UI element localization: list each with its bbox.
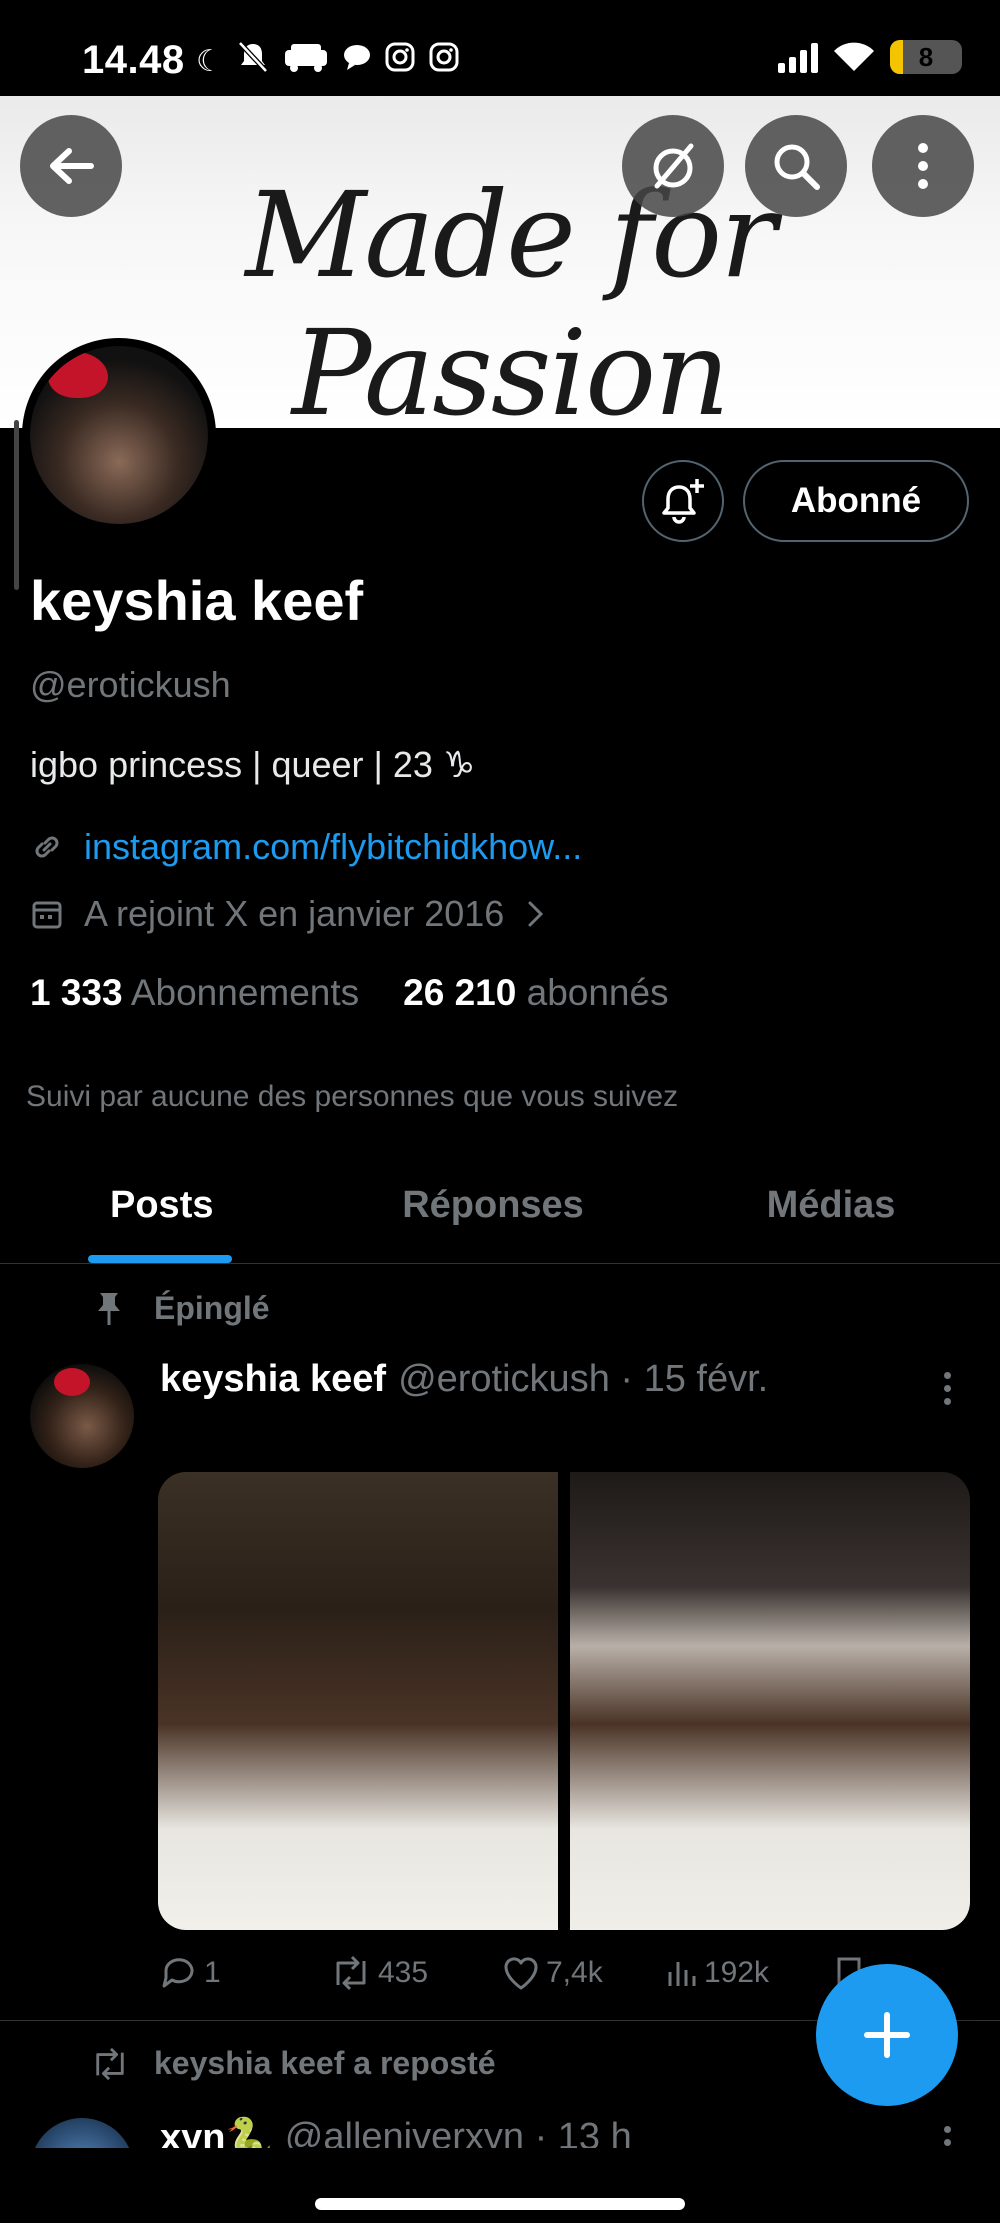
instagram-icon: [429, 42, 459, 81]
car-icon: [283, 42, 329, 81]
signal-icon: [778, 41, 818, 73]
pinned-indicator: Épinglé: [94, 1290, 270, 1327]
like-button[interactable]: 7,4k: [502, 1955, 664, 1991]
status-notification-icons: ☾: [196, 40, 459, 83]
tab-media[interactable]: Médias: [662, 1160, 1000, 1263]
post-author-avatar[interactable]: [30, 1364, 134, 1468]
post-more-icon[interactable]: [944, 1372, 951, 1405]
profile-name: keyshia keef: [30, 569, 364, 632]
reply-count: 1: [204, 1956, 221, 1989]
views-count: 192k: [704, 1956, 770, 1989]
bell-plus-icon: [662, 479, 704, 524]
profile-link-row[interactable]: instagram.com/flybitchidkhow...: [30, 826, 582, 868]
more-vertical-icon: [918, 143, 928, 189]
arrow-left-icon: [50, 148, 94, 184]
tab-posts[interactable]: Posts: [0, 1160, 324, 1263]
followers-stat[interactable]: 26 210 abonnés: [403, 972, 668, 1014]
instagram-icon: [385, 42, 415, 81]
wifi-icon: [834, 42, 874, 71]
battery-level: 8: [918, 42, 934, 72]
scroll-indicator[interactable]: [14, 420, 19, 590]
like-count: 7,4k: [546, 1956, 603, 1989]
profile-joined-date: A rejoint X en janvier 2016: [84, 893, 505, 934]
calendar-icon: [32, 901, 62, 929]
profile-handle: @erotickush: [30, 664, 231, 705]
following-button[interactable]: Abonné: [743, 460, 969, 542]
profile-joined-row[interactable]: A rejoint X en janvier 2016: [30, 893, 548, 935]
battery-icon: 8: [890, 40, 962, 74]
repost-icon: [96, 2047, 124, 2080]
link-icon: [35, 836, 59, 858]
repost-button[interactable]: 435: [330, 1955, 502, 1991]
repost-icon: [336, 1955, 366, 1991]
tab-replies[interactable]: Réponses: [324, 1160, 662, 1263]
post-handle-date: @erotickush · 15 févr.: [398, 1358, 769, 1400]
back-button[interactable]: [20, 115, 122, 217]
profile-bio: igbo princess | queer | 23 ♑: [30, 744, 476, 785]
views-icon: [668, 1962, 696, 1986]
profile-avatar[interactable]: [22, 338, 216, 532]
repost-indicator: keyshia keef a reposté: [90, 2045, 496, 2082]
following-stat[interactable]: 1 333 Abonnements: [30, 972, 359, 1014]
following-count: 1 333: [30, 972, 123, 1013]
post-image-2[interactable]: [570, 1472, 970, 1930]
views-button[interactable]: 192k: [664, 1955, 834, 1991]
pinned-label: Épinglé: [154, 1290, 270, 1326]
home-indicator[interactable]: [315, 2198, 685, 2210]
search-button[interactable]: [745, 115, 847, 217]
reply-button[interactable]: 1: [160, 1955, 330, 1991]
post-header: keyshia keef @erotickush · 15 févr.: [160, 1358, 768, 1401]
repost-count: 435: [378, 1956, 429, 1989]
post-image-1[interactable]: [158, 1472, 558, 1930]
plus-icon: [864, 2012, 910, 2058]
chat-icon: [343, 43, 371, 80]
post-author-name[interactable]: keyshia keef: [160, 1358, 386, 1401]
reply-icon: [162, 1958, 194, 1988]
status-bar: 14.48 ☾ 8: [0, 0, 1000, 96]
profile-link[interactable]: instagram.com/flybitchidkhow...: [84, 826, 582, 868]
compose-button[interactable]: [816, 1964, 958, 2106]
grok-icon: [653, 143, 694, 189]
following-label: Abonnements: [130, 972, 360, 1013]
profile-stats: 1 333 Abonnements 26 210 abonnés: [30, 972, 669, 1014]
search-icon: [774, 144, 820, 190]
more-options-button[interactable]: [872, 115, 974, 217]
pin-icon: [98, 1292, 120, 1325]
notifications-button[interactable]: [642, 460, 724, 542]
muted-bell-icon: [237, 40, 269, 83]
status-time: 14.48: [82, 38, 185, 82]
repost-label: keyshia keef a reposté: [154, 2045, 496, 2081]
grok-button[interactable]: [622, 115, 724, 217]
bottom-gesture-area: [0, 2148, 1000, 2223]
profile-tabs: Posts Réponses Médias: [0, 1160, 1000, 1264]
heart-icon: [504, 1957, 538, 1990]
chevron-right-icon: [528, 901, 544, 927]
followed-by-text: Suivi par aucune des personnes que vous …: [26, 1080, 679, 1113]
moon-icon: ☾: [196, 44, 223, 78]
avatar-image: [30, 346, 208, 524]
followers-count: 26 210: [403, 972, 517, 1013]
followers-label: abonnés: [526, 972, 669, 1013]
